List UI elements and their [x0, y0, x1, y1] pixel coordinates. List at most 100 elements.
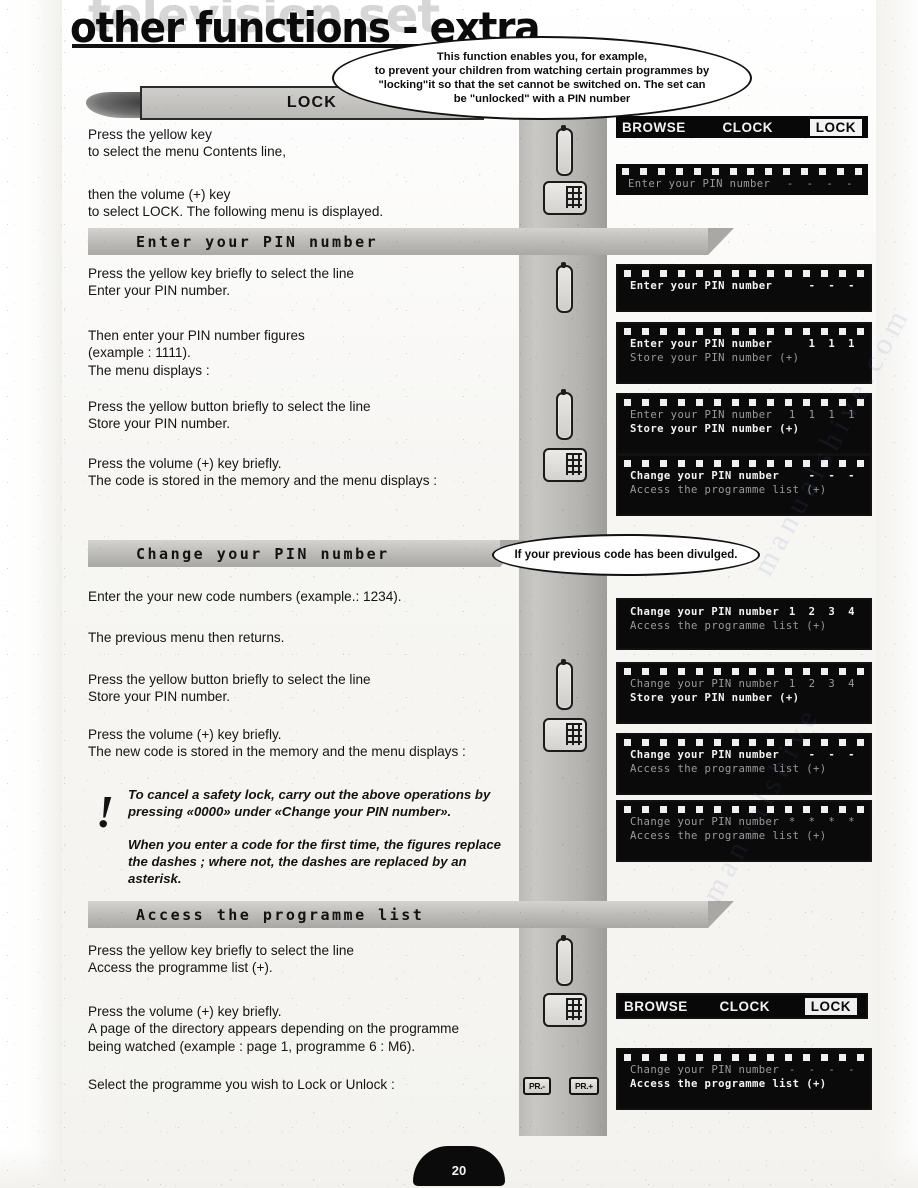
section-banner-enter-pin: Enter your PIN number [88, 228, 734, 255]
osd-line-label: Access the programme list (+) [630, 763, 827, 775]
osd-line: Enter your PIN number - - - - [616, 177, 868, 191]
osd-dot-row [618, 664, 870, 677]
osd-line: Store your PIN number (+) [618, 691, 870, 705]
pr-plus-button[interactable]: PR.+ [569, 1077, 599, 1095]
osd-screen-10: BROWSE CLOCK LOCK [616, 993, 868, 1021]
access-list-paragraph-2: Press the volume (+) key briefly. A page… [88, 1004, 460, 1054]
osd-line-label: Store your PIN number (+) [630, 352, 800, 364]
osd-line: Store your PIN number (+) [618, 351, 870, 365]
osd-line-value: 1 2 3 4 [788, 678, 858, 690]
osd-line: Enter your PIN number 1 1 1 1 [618, 408, 870, 422]
osd-dot-row [618, 395, 870, 408]
volume-plus-key-icon[interactable] [543, 993, 587, 1027]
osd-dot-row [618, 324, 870, 337]
callout-lock-text: This function enables you, for example, … [374, 50, 710, 106]
osd-line: Change your PIN number - - - - [618, 1063, 870, 1077]
lock-paragraph-1: Press the yellow key to select the menu … [88, 127, 286, 160]
page-left-margin [0, 0, 62, 1188]
access-list-paragraph-1: Press the yellow key briefly to select t… [88, 943, 354, 976]
osd-line-label: Change your PIN number [630, 470, 780, 482]
osd-line-label: Enter your PIN number [628, 178, 771, 190]
osd-line-label: Enter your PIN number [630, 338, 773, 350]
osd-dot-row [618, 735, 870, 748]
section-banner-change-pin-label: Change your PIN number [136, 544, 390, 563]
osd-dot-row [618, 1050, 870, 1063]
osd-line: Store your PIN number (+) [618, 422, 870, 436]
osd-line-value: - - - [808, 470, 858, 482]
osd-dot-row [618, 456, 870, 469]
volume-plus-key-icon[interactable] [543, 181, 587, 215]
osd-line-value: 1 2 3 4 [788, 606, 858, 618]
osd-line-value: 1 1 1 1 [788, 409, 858, 421]
section-banner-enter-pin-label: Enter your PIN number [136, 232, 379, 251]
osd-line: Change your PIN number - - - [618, 748, 870, 762]
osd-line-value: - - - - [788, 1064, 858, 1076]
osd-line-label: Enter your PIN number [630, 409, 773, 421]
osd-line-label: Change your PIN number [630, 749, 780, 761]
osd-line-value: - - - [808, 749, 858, 761]
osd-line: Access the programme list (+) [618, 829, 870, 843]
osd-line-label: Access the programme list (+) [630, 830, 827, 842]
osd-dot-row [616, 164, 868, 177]
osd-line: Change your PIN number - - - [618, 469, 870, 483]
enter-pin-paragraph-1: Press the yellow key briefly to select t… [88, 266, 354, 299]
section-banner-lock-label: LOCK [286, 94, 338, 111]
osd-line-label: Change your PIN number [630, 1064, 780, 1076]
osd-screen-6: Change your PIN number 1 2 3 4 Access th… [616, 598, 872, 650]
osd-line: Access the programme list (+) [618, 1077, 870, 1091]
scanned-page: television set other functions - extra L… [0, 0, 918, 1188]
osd-screen-7: Change your PIN number 1 2 3 4 Store you… [616, 662, 872, 724]
osd-screen-2: Enter your PIN number - - - [616, 264, 872, 312]
warning-exclamation-icon: ! [96, 786, 114, 837]
yellow-key-icon[interactable] [556, 262, 573, 313]
osd-lock-label: LOCK [801, 997, 860, 1015]
osd-line-value: - - - - [786, 178, 856, 190]
callout-change-text: If your previous code has been divulged. [514, 548, 738, 561]
callout-change-description: If your previous code has been divulged. [492, 534, 760, 576]
warning-paragraph-2: When you enter a code for the first time… [128, 837, 501, 887]
osd-line: Change your PIN number * * * * [618, 815, 870, 829]
section-banner-change-pin: Change your PIN number [88, 540, 526, 567]
lock-banner-tail [86, 92, 148, 118]
access-list-paragraph-3: Select the programme you wish to Lock or… [88, 1077, 395, 1092]
yellow-key-icon[interactable] [556, 659, 573, 710]
osd-line-label: Change your PIN number [630, 606, 780, 618]
pr-minus-button[interactable]: PR.- [523, 1077, 551, 1095]
osd-line: Access the programme list (+) [618, 483, 870, 497]
page-right-margin [876, 0, 918, 1188]
osd-line-value: 1 1 1 [808, 338, 858, 350]
osd-line-value: * * * * [788, 816, 858, 828]
osd-screen-4: Enter your PIN number 1 1 1 1 Store your… [616, 393, 872, 455]
osd-screen-9: Change your PIN number * * * * Access th… [616, 800, 872, 862]
osd-line: Change your PIN number 1 2 3 4 [618, 605, 870, 619]
yellow-key-icon[interactable] [556, 125, 573, 176]
enter-pin-paragraph-3: Press the yellow button briefly to selec… [88, 399, 371, 432]
yellow-key-icon[interactable] [556, 389, 573, 440]
osd-clock-label: CLOCK [719, 998, 770, 1014]
osd-line-value: - - - [808, 280, 858, 292]
osd-screen-5: Change your PIN number - - - Access the … [616, 454, 872, 516]
yellow-key-icon[interactable] [556, 935, 573, 986]
osd-topbar-1: BROWSE CLOCK LOCK [616, 116, 868, 138]
section-banner-access-list-label: Access the programme list [136, 905, 425, 924]
change-pin-paragraph-1: Enter the your new code numbers (example… [88, 589, 402, 604]
osd-clock-label: CLOCK [722, 119, 773, 135]
volume-plus-key-icon[interactable] [543, 448, 587, 482]
section-banner-access-list: Access the programme list [88, 901, 734, 928]
osd-topbar-2: BROWSE CLOCK LOCK [616, 993, 868, 1019]
osd-line-label: Store your PIN number (+) [630, 423, 800, 435]
lock-paragraph-2: then the volume (+) key to select LOCK. … [88, 187, 384, 220]
osd-line-label: Change your PIN number [630, 678, 780, 690]
osd-line-label: Access the programme list (+) [630, 484, 827, 496]
osd-line-label: Change your PIN number [630, 816, 780, 828]
osd-line: Access the programme list (+) [618, 762, 870, 776]
osd-line: Access the programme list (+) [618, 619, 870, 633]
osd-screen-3: Enter your PIN number 1 1 1 Store your P… [616, 322, 872, 384]
osd-line-label: Access the programme list (+) [630, 620, 827, 632]
osd-browse-label: BROWSE [624, 998, 688, 1014]
volume-plus-key-icon[interactable] [543, 718, 587, 752]
osd-line-label: Enter your PIN number [630, 280, 773, 292]
enter-pin-paragraph-4: Press the volume (+) key briefly. The co… [88, 456, 438, 489]
change-pin-paragraph-4: Press the volume (+) key briefly. The ne… [88, 727, 466, 760]
osd-line-label: Store your PIN number (+) [630, 692, 800, 704]
